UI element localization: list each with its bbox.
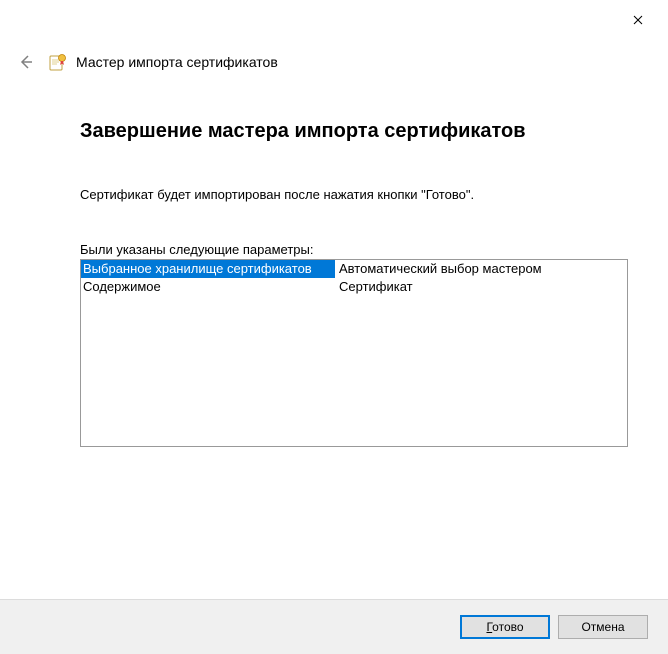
finish-button[interactable]: Готово (460, 615, 550, 639)
wizard-footer: Готово Отмена (0, 600, 668, 654)
param-key: Выбранное хранилище сертификатов (81, 260, 335, 278)
page-heading: Завершение мастера импорта сертификатов (80, 120, 628, 143)
instruction-text: Сертификат будет импортирован после нажа… (80, 187, 628, 202)
close-button[interactable] (618, 6, 658, 34)
arrow-left-icon (18, 54, 34, 70)
wizard-title: Мастер импорта сертификатов (76, 54, 278, 70)
cancel-button[interactable]: Отмена (558, 615, 648, 639)
certificate-wizard-icon (48, 52, 68, 72)
param-row[interactable]: Выбранное хранилище сертификатов Автомат… (81, 260, 627, 278)
params-listview[interactable]: Выбранное хранилище сертификатов Автомат… (80, 259, 628, 447)
param-value: Автоматический выбор мастером (335, 260, 627, 278)
param-key: Содержимое (81, 278, 335, 296)
close-icon (633, 12, 643, 28)
param-value: Сертификат (335, 278, 627, 296)
wizard-header: Мастер импорта сертификатов (0, 44, 668, 80)
params-label: Были указаны следующие параметры: (80, 242, 628, 257)
wizard-content: Завершение мастера импорта сертификатов … (80, 120, 628, 570)
back-button[interactable] (14, 50, 38, 74)
param-row[interactable]: Содержимое Сертификат (81, 278, 627, 296)
